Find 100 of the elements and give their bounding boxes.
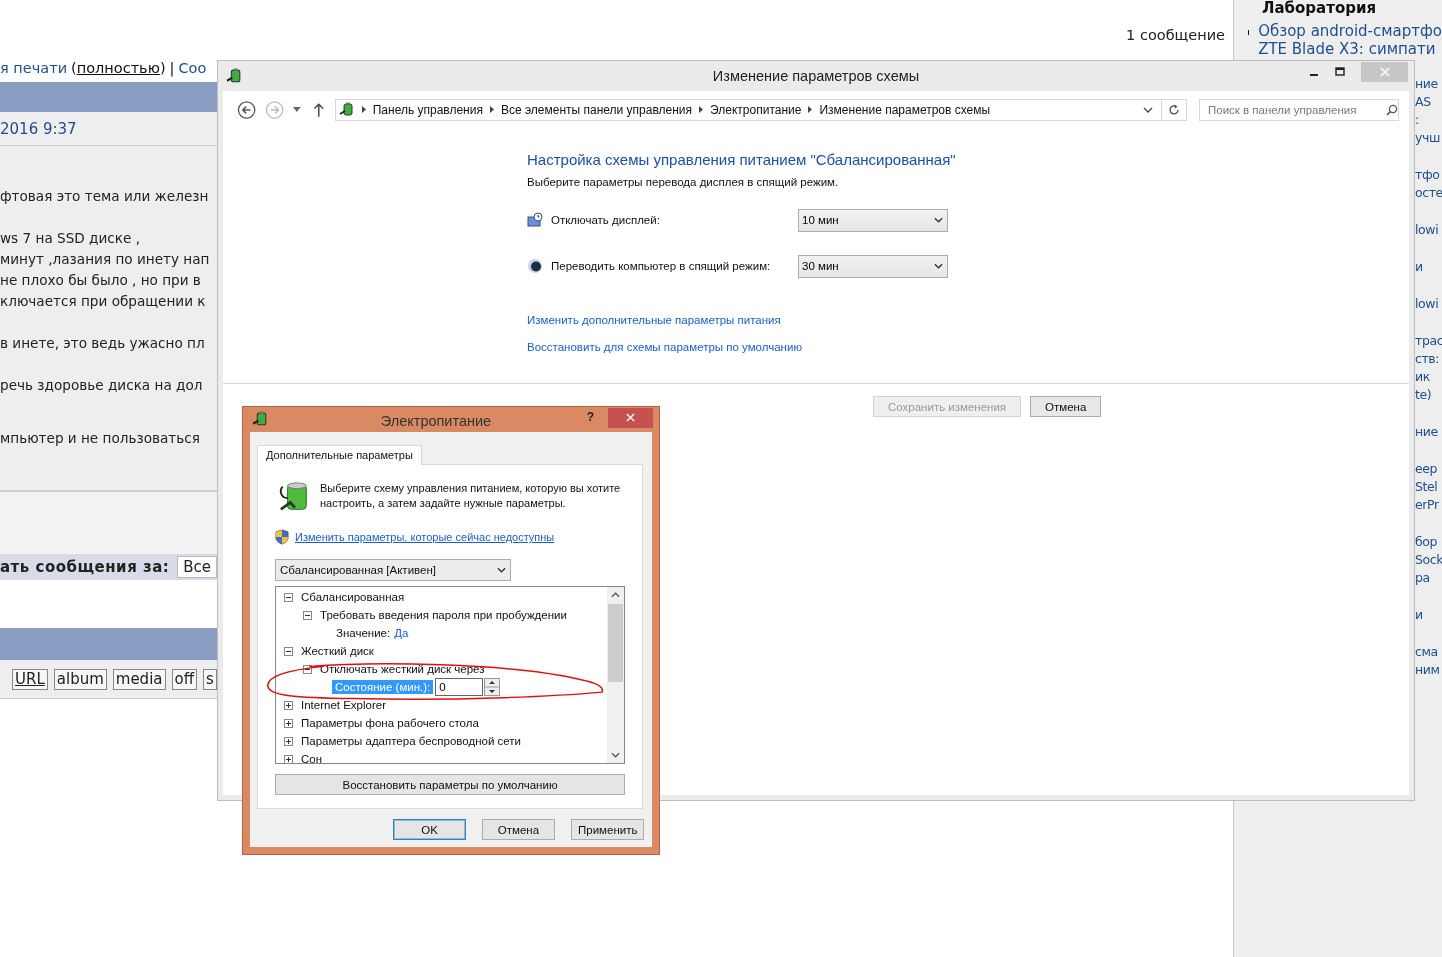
sidebar-link[interactable]: Обзор android-смартфо ZTE Blade X3: симпати xyxy=(1258,22,1442,58)
post-text-line: в инете, это ведь ужасно пл xyxy=(0,334,206,353)
page-heading: Настройка схемы управления питанием "Сбалансированная" xyxy=(527,151,957,168)
tree-item[interactable]: Сон xyxy=(301,753,323,763)
tree-item[interactable]: Параметры адаптера беспроводной сети xyxy=(301,735,522,747)
battery-plug-icon xyxy=(338,101,355,118)
setting-label: Отключать дисплей: xyxy=(551,214,661,226)
bbcode-button[interactable]: album xyxy=(53,668,107,690)
separator-text: | xyxy=(169,60,175,76)
caret-icon xyxy=(934,263,943,269)
sidebar-link[interactable]: еер Stel erPr xyxy=(1415,460,1442,514)
post-text-line: не плохо бы было , но при в xyxy=(0,271,202,290)
dialog-button[interactable]: Применить xyxy=(571,819,644,840)
sidebar-link[interactable]: и xyxy=(1415,258,1442,276)
settings-link[interactable]: Восстановить для схемы параметры по умолчанию xyxy=(527,341,1409,353)
battery-plug-icon xyxy=(226,67,243,85)
setting-label: Переводить компьютер в спящий режим: xyxy=(551,260,772,272)
forum-link[interactable]: полностью xyxy=(76,60,160,76)
settings-tab[interactable]: Дополнительные параметры xyxy=(257,445,422,465)
chevron-icon[interactable] xyxy=(699,106,704,113)
up-arrow-icon[interactable] xyxy=(313,101,325,118)
message-count: 1 сообщение xyxy=(1126,27,1225,43)
shield-icon xyxy=(275,529,289,545)
scroll-down-icon[interactable] xyxy=(611,752,620,758)
window-title: Изменение параметров схемы xyxy=(711,68,921,84)
collapse-icon[interactable] xyxy=(284,592,293,602)
sidebar-link[interactable]: ние AS : учш xyxy=(1415,75,1442,147)
back-icon[interactable] xyxy=(237,99,257,120)
breadcrumb-item[interactable]: Электропитание xyxy=(710,102,802,117)
separator-text: ) xyxy=(159,60,166,76)
breadcrumb-item[interactable]: Панель управления xyxy=(372,102,483,117)
time-select[interactable]: 30 мин xyxy=(798,254,948,278)
close-icon xyxy=(626,413,635,422)
post-text-line: мпьютер и не пользоваться xyxy=(0,429,201,448)
spin-buttons-icon[interactable] xyxy=(484,678,501,696)
settings-link[interactable]: Изменить дополнительные параметры питания xyxy=(527,314,1409,326)
chevron-icon[interactable] xyxy=(808,106,813,113)
setting-value-link[interactable]: Да xyxy=(394,627,409,639)
chevron-icon[interactable] xyxy=(361,106,366,113)
help-button[interactable]: ? xyxy=(586,409,594,424)
collapse-icon[interactable] xyxy=(303,610,312,620)
dropdown-caret-icon[interactable] xyxy=(293,107,302,112)
dialog-button[interactable]: Отмена xyxy=(1030,396,1102,417)
caret-icon xyxy=(934,217,943,223)
breadcrumb-item[interactable]: Изменение параметров схемы xyxy=(819,102,991,117)
post-text-line: минут ,лазания по инету нап xyxy=(0,250,211,269)
forum-link[interactable]: я печати xyxy=(0,60,68,76)
sidebar-link[interactable]: lowi xyxy=(1415,221,1442,239)
tree-item[interactable]: Параметры фона рабочего стола xyxy=(301,717,479,729)
expand-icon[interactable] xyxy=(284,718,293,728)
expand-icon[interactable] xyxy=(284,754,293,763)
address-bar[interactable]: Панель управления Все элементы панели управления Электропитание Изменение параметров схемы xyxy=(334,98,1187,121)
tree-item[interactable]: Сбалансированная xyxy=(301,591,405,603)
bbcode-button[interactable]: off xyxy=(171,668,197,690)
close-button[interactable] xyxy=(608,407,653,428)
sidebar-link[interactable]: ние xyxy=(1415,423,1442,441)
tree-item[interactable]: Требовать введения пароля при пробуждении xyxy=(320,609,567,621)
sidebar-title: Лаборатория xyxy=(1261,0,1378,16)
minutes-input[interactable]: 0 xyxy=(435,678,484,696)
collapse-icon[interactable] xyxy=(284,646,293,656)
sidebar-link[interactable]: трас ств: ик te) xyxy=(1415,332,1442,404)
close-icon xyxy=(1379,67,1390,77)
setting-value-label: Состояние (мин.): xyxy=(332,680,434,694)
setting-value-label: Значение: xyxy=(336,627,391,639)
dialog-button[interactable]: Отмена xyxy=(482,819,555,840)
forum-link[interactable]: Соо xyxy=(178,60,207,76)
tree-item[interactable]: Internet Explorer xyxy=(301,699,386,711)
time-select[interactable]: 10 мин xyxy=(798,208,948,232)
breadcrumb-item[interactable]: Все элементы панели управления xyxy=(500,102,693,117)
scroll-up-icon[interactable] xyxy=(611,592,620,598)
sidebar-link[interactable]: lowi xyxy=(1415,295,1442,313)
intro-text: Выберите схему управления питанием, которую вы хотите настроить, а затем задайте нужные параметры. xyxy=(320,481,622,511)
tree-item[interactable]: Отключать жесткий диск через xyxy=(320,663,485,675)
scrollbar[interactable] xyxy=(607,587,624,763)
expand-icon[interactable] xyxy=(284,736,293,746)
tree-item[interactable]: Жесткий диск xyxy=(301,645,374,657)
bbcode-button[interactable]: URL xyxy=(12,668,48,690)
post-date: 2016 9:37 xyxy=(0,119,77,138)
sidebar-link[interactable]: и xyxy=(1415,606,1442,624)
plan-select[interactable]: Сбалансированная [Активен] xyxy=(275,559,511,581)
filter-label: ать сообщения за: xyxy=(0,558,170,576)
sidebar-link[interactable]: сма ним xyxy=(1415,643,1442,679)
filter-select[interactable]: Все xyxy=(177,556,217,578)
chevron-icon[interactable] xyxy=(489,106,494,113)
dialog-title: Электропитание xyxy=(379,413,493,429)
sidebar-link[interactable]: тфо осте xyxy=(1415,166,1442,202)
post-text-line: фтовая это тема или железн xyxy=(0,187,210,206)
expand-icon[interactable] xyxy=(284,700,293,710)
restore-defaults-button[interactable]: Восстановить параметры по умолчанию xyxy=(275,774,625,795)
bbcode-button[interactable]: s xyxy=(203,668,217,690)
search-icon xyxy=(1386,103,1398,116)
search-field[interactable]: Поиск в панели управления xyxy=(1199,98,1399,121)
admin-settings-link[interactable]: Изменить параметры, которые сейчас недоступны xyxy=(295,531,555,543)
caret-icon xyxy=(497,567,506,573)
battery-plug-icon xyxy=(252,411,269,428)
collapse-icon[interactable] xyxy=(303,664,312,674)
dialog-button[interactable]: OK xyxy=(393,819,466,840)
maximize-icon[interactable] xyxy=(1335,67,1345,77)
bbcode-button[interactable]: media xyxy=(112,668,166,690)
dropdown-caret-icon[interactable] xyxy=(1143,106,1153,113)
